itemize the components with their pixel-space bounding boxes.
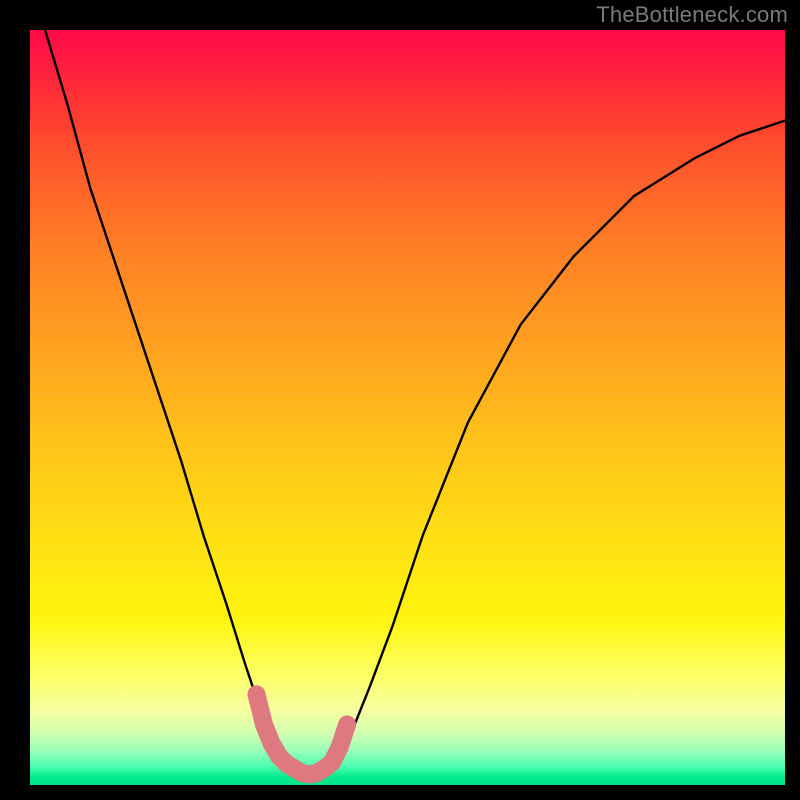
highlight-marker [248,685,266,703]
marker-group [248,685,357,783]
curve-layer [30,30,785,785]
chart-container: TheBottleneck.com [0,0,800,800]
curve-group [45,30,785,777]
bottleneck-curve [45,30,785,777]
watermark-text: TheBottleneck.com [596,2,788,28]
highlight-marker [338,716,356,734]
highlight-marker [331,738,349,756]
plot-area [30,30,785,785]
highlight-marker [255,716,273,734]
